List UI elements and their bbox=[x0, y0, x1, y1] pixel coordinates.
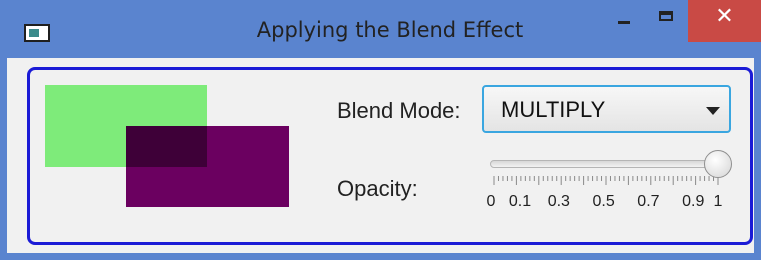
close-icon: ✕ bbox=[715, 3, 734, 29]
opacity-tick-label: 0.5 bbox=[592, 193, 615, 210]
opacity-slider-track[interactable] bbox=[490, 160, 722, 168]
blend-mode-selected-value: MULTIPLY bbox=[501, 97, 606, 122]
window-title: Applying the Blend Effect bbox=[256, 18, 524, 42]
maximize-button[interactable] bbox=[644, 0, 688, 40]
minimize-icon bbox=[618, 20, 630, 24]
opacity-tick-label: 0.1 bbox=[508, 193, 532, 210]
app-window-icon bbox=[24, 24, 50, 42]
blended-overlap bbox=[126, 126, 207, 167]
chevron-down-icon bbox=[706, 107, 720, 115]
opacity-tick-label: 1 bbox=[713, 193, 723, 210]
opacity-tick-label: 0 bbox=[486, 193, 496, 210]
opacity-tick-label: 0.7 bbox=[637, 193, 660, 210]
application-window: Applying the Blend Effect ✕ Blend Mode: … bbox=[0, 0, 761, 260]
opacity-tick-label: 0.3 bbox=[547, 193, 570, 210]
close-button[interactable]: ✕ bbox=[688, 0, 761, 42]
opacity-tick-label: 0.9 bbox=[682, 193, 705, 210]
title-bar[interactable]: Applying the Blend Effect ✕ bbox=[0, 0, 761, 60]
opacity-label: Opacity: bbox=[337, 176, 418, 201]
blend-mode-combobox[interactable]: MULTIPLY bbox=[482, 85, 731, 133]
opacity-slider-ticks bbox=[490, 176, 722, 190]
minimize-button[interactable] bbox=[604, 0, 644, 40]
blend-mode-label: Blend Mode: bbox=[337, 98, 461, 123]
opacity-slider-thumb[interactable] bbox=[704, 150, 732, 178]
maximize-icon bbox=[659, 11, 673, 21]
